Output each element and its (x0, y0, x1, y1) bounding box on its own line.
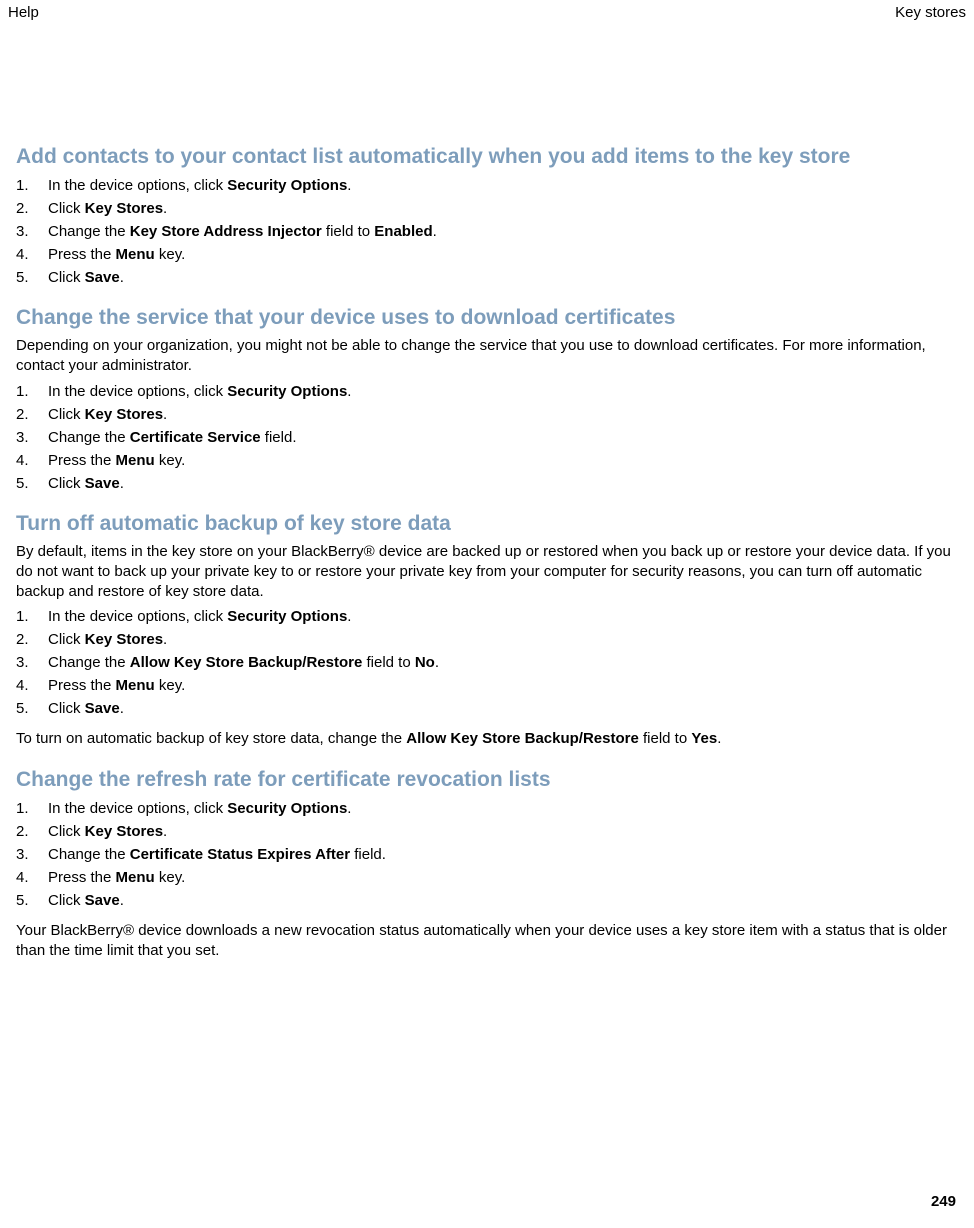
step-item: Change the Certificate Service field. (16, 427, 958, 448)
step-item: In the device options, click Security Op… (16, 381, 958, 402)
step-item: Change the Certificate Status Expires Af… (16, 844, 958, 865)
step-item: Click Key Stores. (16, 821, 958, 842)
step-item: Click Save. (16, 267, 958, 288)
section-heading: Change the service that your device uses… (16, 306, 958, 330)
step-item: Press the Menu key. (16, 450, 958, 471)
page-number: 249 (931, 1193, 956, 1210)
section-followup: To turn on automatic backup of key store… (16, 729, 958, 749)
step-item: Click Save. (16, 698, 958, 719)
section-heading: Add contacts to your contact list automa… (16, 145, 958, 169)
step-item: Change the Key Store Address Injector fi… (16, 221, 958, 242)
step-list: In the device options, click Security Op… (16, 175, 958, 288)
step-item: In the device options, click Security Op… (16, 606, 958, 627)
section-intro: Depending on your organization, you migh… (16, 336, 958, 377)
page-content: Add contacts to your contact list automa… (0, 145, 974, 961)
step-item: Click Key Stores. (16, 629, 958, 650)
section-intro: By default, items in the key store on yo… (16, 542, 958, 603)
step-item: Click Key Stores. (16, 198, 958, 219)
header-left: Help (8, 4, 39, 21)
step-list: In the device options, click Security Op… (16, 381, 958, 494)
section-followup: Your BlackBerry® device downloads a new … (16, 921, 958, 962)
step-list: In the device options, click Security Op… (16, 606, 958, 719)
step-item: In the device options, click Security Op… (16, 798, 958, 819)
page-header: Help Key stores (0, 0, 974, 25)
section-heading: Turn off automatic backup of key store d… (16, 512, 958, 536)
step-item: In the device options, click Security Op… (16, 175, 958, 196)
header-right: Key stores (895, 4, 966, 21)
step-item: Press the Menu key. (16, 244, 958, 265)
step-list: In the device options, click Security Op… (16, 798, 958, 911)
step-item: Click Save. (16, 890, 958, 911)
step-item: Change the Allow Key Store Backup/Restor… (16, 652, 958, 673)
step-item: Press the Menu key. (16, 867, 958, 888)
step-item: Press the Menu key. (16, 675, 958, 696)
step-item: Click Key Stores. (16, 404, 958, 425)
step-item: Click Save. (16, 473, 958, 494)
section-heading: Change the refresh rate for certificate … (16, 768, 958, 792)
